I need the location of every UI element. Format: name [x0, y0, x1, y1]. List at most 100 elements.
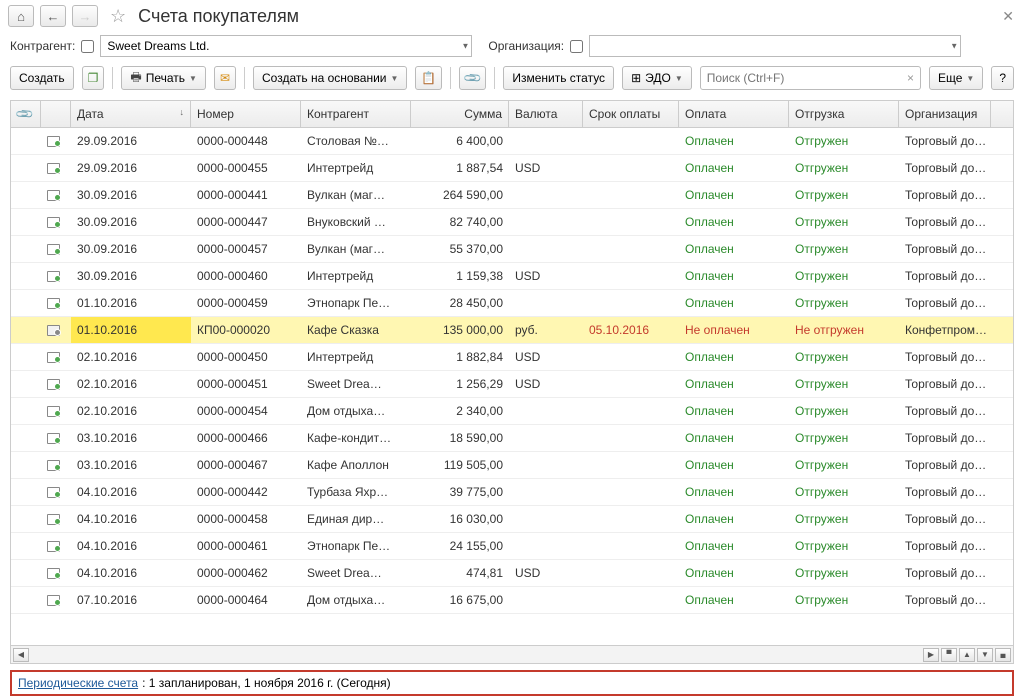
cell-date: 30.09.2016	[71, 236, 191, 262]
cell-date: 03.10.2016	[71, 452, 191, 478]
col-sum[interactable]: Сумма	[411, 101, 509, 127]
cell-date: 04.10.2016	[71, 506, 191, 532]
cell-currency: USD	[509, 344, 583, 370]
table-row[interactable]: 02.10.20160000-000451Sweet Drea…1 256,29…	[11, 371, 1013, 398]
table-row[interactable]: 30.09.20160000-000460Интертрейд1 159,38U…	[11, 263, 1013, 290]
contractor-dropdown[interactable]: Sweet Dreams Ltd. ▼	[100, 35, 472, 57]
print-button[interactable]: 🖶 Печать ▼	[121, 66, 206, 90]
cell-due: 05.10.2016	[583, 317, 679, 343]
cell-doc-icon	[41, 425, 71, 451]
cell-sum: 55 370,00	[411, 236, 509, 262]
cell-attach	[11, 317, 41, 343]
cell-contractor: Кафе-кондит…	[301, 425, 411, 451]
scroll-up[interactable]: ▲	[959, 648, 975, 662]
cell-number: 0000-000460	[191, 263, 301, 289]
page-title: Счета покупателям	[138, 6, 299, 27]
scroll-bottom[interactable]: ▄	[995, 648, 1011, 662]
cell-due	[583, 344, 679, 370]
change-status-button[interactable]: Изменить статус	[503, 66, 614, 90]
table-row[interactable]: 30.09.20160000-000441Вулкан (маг…264 590…	[11, 182, 1013, 209]
home-button[interactable]: ⌂	[8, 5, 34, 27]
org-checkbox[interactable]	[570, 40, 583, 53]
col-attach[interactable]: 📎	[11, 101, 41, 127]
search-field[interactable]	[701, 71, 901, 85]
table-row[interactable]: 03.10.20160000-000467Кафе Аполлон119 505…	[11, 452, 1013, 479]
cell-due	[583, 371, 679, 397]
cell-payment: Не оплачен	[679, 317, 789, 343]
search-clear[interactable]: ×	[901, 71, 920, 85]
table-row[interactable]: 04.10.20160000-000461Этнопарк Пе…24 155,…	[11, 533, 1013, 560]
cell-date: 30.09.2016	[71, 182, 191, 208]
table-row[interactable]: 04.10.20160000-000462Sweet Drea…474,81US…	[11, 560, 1013, 587]
org-dropdown[interactable]: ▼	[589, 35, 961, 57]
col-currency[interactable]: Валюта	[509, 101, 583, 127]
grid-scrollbar[interactable]: ◀ ▶ ▀ ▲ ▼ ▄	[11, 645, 1013, 663]
table-row[interactable]: 04.10.20160000-000458Единая дир…16 030,0…	[11, 506, 1013, 533]
col-shipment[interactable]: Отгрузка	[789, 101, 899, 127]
table-row[interactable]: 07.10.20160000-000464Дом отдыха…16 675,0…	[11, 587, 1013, 614]
col-contractor[interactable]: Контрагент	[301, 101, 411, 127]
cell-org: Торговый до…	[899, 344, 991, 370]
cell-date: 04.10.2016	[71, 560, 191, 586]
create-button[interactable]: Создать	[10, 66, 74, 90]
email-button[interactable]: ✉	[214, 66, 236, 90]
cell-sum: 18 590,00	[411, 425, 509, 451]
favorite-icon[interactable]: ☆	[110, 6, 126, 27]
edo-button[interactable]: ⊞ ЭДО ▼	[622, 66, 692, 90]
col-number[interactable]: Номер	[191, 101, 301, 127]
periodic-invoices-link[interactable]: Периодические счета	[18, 676, 138, 690]
cell-payment: Оплачен	[679, 587, 789, 613]
cell-currency	[509, 290, 583, 316]
table-row[interactable]: 01.10.20160000-000459Этнопарк Пе…28 450,…	[11, 290, 1013, 317]
table-row[interactable]: 03.10.20160000-000466Кафе-кондит…18 590,…	[11, 425, 1013, 452]
cell-number: 0000-000458	[191, 506, 301, 532]
table-row[interactable]: 29.09.20160000-000448Столовая №…6 400,00…	[11, 128, 1013, 155]
forward-button[interactable]: →	[72, 5, 98, 27]
close-icon[interactable]: ✕	[1002, 8, 1014, 25]
col-org[interactable]: Организация	[899, 101, 991, 127]
copy-button[interactable]: ❐	[82, 66, 105, 90]
cell-number: 0000-000464	[191, 587, 301, 613]
contractor-checkbox[interactable]	[81, 40, 94, 53]
scroll-left[interactable]: ◀	[13, 648, 29, 662]
scroll-down[interactable]: ▼	[977, 648, 993, 662]
scroll-right[interactable]: ▶	[923, 648, 939, 662]
cell-sum: 24 155,00	[411, 533, 509, 559]
cell-shipment: Отгружен	[789, 344, 899, 370]
create-on-basis-button[interactable]: Создать на основании ▼	[253, 66, 407, 90]
cell-due	[583, 479, 679, 505]
help-button[interactable]: ?	[991, 66, 1014, 90]
cell-contractor: Турбаза Яхр…	[301, 479, 411, 505]
col-icon[interactable]	[41, 101, 71, 127]
col-due[interactable]: Срок оплаты	[583, 101, 679, 127]
table-row[interactable]: 29.09.20160000-000455Интертрейд1 887,54U…	[11, 155, 1013, 182]
cell-shipment: Отгружен	[789, 425, 899, 451]
cell-due	[583, 587, 679, 613]
table-row[interactable]: 02.10.20160000-000454Дом отдыха…2 340,00…	[11, 398, 1013, 425]
table-row[interactable]: 30.09.20160000-000447Внуковский …82 740,…	[11, 209, 1013, 236]
search-input[interactable]: ×	[700, 66, 921, 90]
cell-date: 02.10.2016	[71, 344, 191, 370]
attach-button[interactable]: 📎	[459, 66, 486, 90]
scroll-top[interactable]: ▀	[941, 648, 957, 662]
more-button[interactable]: Еще ▼	[929, 66, 983, 90]
cell-currency: USD	[509, 263, 583, 289]
table-row[interactable]: 30.09.20160000-000457Вулкан (маг…55 370,…	[11, 236, 1013, 263]
grid-body[interactable]: 29.09.20160000-000448Столовая №…6 400,00…	[11, 128, 1013, 645]
table-row[interactable]: 04.10.20160000-000442Турбаза Яхр…39 775,…	[11, 479, 1013, 506]
col-date[interactable]: Дата↓	[71, 101, 191, 127]
table-row[interactable]: 01.10.2016КП00-000020Кафе Сказка135 000,…	[11, 317, 1013, 344]
col-payment[interactable]: Оплата	[679, 101, 789, 127]
cell-currency: USD	[509, 155, 583, 181]
clipboard-button[interactable]: 📋	[415, 66, 442, 90]
edo-icon: ⊞	[631, 71, 641, 85]
document-icon	[47, 433, 60, 444]
cell-contractor: Вулкан (маг…	[301, 236, 411, 262]
table-row[interactable]: 02.10.20160000-000450Интертрейд1 882,84U…	[11, 344, 1013, 371]
cell-attach	[11, 371, 41, 397]
cell-attach	[11, 587, 41, 613]
cell-currency	[509, 479, 583, 505]
cell-doc-icon	[41, 236, 71, 262]
back-button[interactable]: ←	[40, 5, 66, 27]
cell-contractor: Этнопарк Пе…	[301, 533, 411, 559]
